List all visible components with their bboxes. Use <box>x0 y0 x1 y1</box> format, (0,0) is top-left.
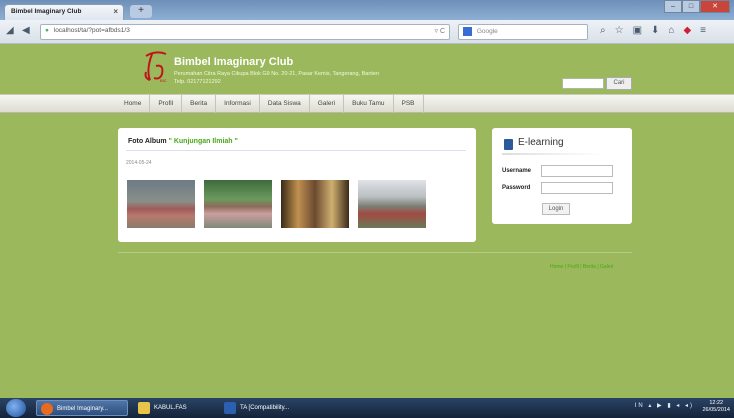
photo-album-panel: Foto Album " Kunjungan Ilmiah " 2014-05-… <box>118 128 476 242</box>
menu-item-profil[interactable]: Profil <box>150 95 183 113</box>
browser-tabstrip: Bimbel Imaginary Club × + – □ ✕ <box>0 0 734 20</box>
book-icon <box>504 139 513 150</box>
bookmarks-icon[interactable]: ▣ <box>633 25 642 36</box>
menu-item-informasi[interactable]: Informasi <box>216 95 260 113</box>
tab-title: Bimbel Imaginary Club <box>11 8 82 15</box>
album-divider <box>126 150 466 151</box>
album-photo-4[interactable] <box>358 180 426 228</box>
browser-tab[interactable]: Bimbel Imaginary Club × <box>4 4 124 20</box>
footer-divider <box>118 252 632 253</box>
password-label: Password <box>502 185 531 191</box>
search-icon[interactable]: ⌕ <box>600 25 606 36</box>
url-text: localhost/ta/?pot=afbds1/3 <box>53 27 130 34</box>
album-name: " Kunjungan Ilmiah " <box>168 138 238 145</box>
taskbar-item-folder[interactable]: KABUL.FAS <box>134 400 214 416</box>
site-phone: Telp. 02177121292 <box>174 79 221 85</box>
search-engine-label: Google <box>476 28 498 36</box>
folder-icon <box>138 402 150 414</box>
site-address: Perumahan Citra Raya Cikupa Blok G9 No. … <box>174 71 380 77</box>
addon-icon[interactable]: ◆ <box>683 25 691 36</box>
club-logo: BIC <box>144 51 167 83</box>
browser-toolbar-icons: ⌕ ☆ ▣ ⬇ ⌂ ◆ ≡ <box>600 25 706 36</box>
menu-item-berita[interactable]: Berita <box>182 95 217 113</box>
search-bar[interactable]: Google <box>458 24 588 40</box>
star-icon[interactable]: ☆ <box>615 25 624 36</box>
footer-links[interactable]: Home | Profil | Berita | Galeri <box>550 264 613 270</box>
url-bar[interactable]: ● localhost/ta/?pot=afbds1/3 ▿ C <box>40 24 450 40</box>
site-name: Bimbel Imaginary Club <box>174 56 294 68</box>
browser-navbar: ◢ ◀ ● localhost/ta/?pot=afbds1/3 ▿ C Goo… <box>0 20 734 44</box>
login-button[interactable]: Login <box>542 203 570 215</box>
identity-icon: ◢ <box>6 25 14 36</box>
close-window-button[interactable]: ✕ <box>700 0 730 13</box>
svg-text:BIC: BIC <box>160 78 167 83</box>
clock-time: 12:22 <box>709 400 724 406</box>
menu-item-home[interactable]: Home <box>116 95 151 113</box>
elearning-title: E-learning <box>518 137 564 148</box>
album-date: 2014-05-24 <box>126 160 152 166</box>
back-arrow-icon[interactable]: ◀ <box>22 25 30 36</box>
password-field[interactable] <box>541 182 613 194</box>
album-photo-1[interactable] <box>127 180 195 228</box>
window-controls: – □ ✕ <box>664 0 730 15</box>
album-photo-3[interactable] <box>281 180 349 228</box>
elearning-divider <box>502 153 602 155</box>
close-tab-icon[interactable]: × <box>113 7 118 16</box>
minimize-button[interactable]: – <box>664 0 682 13</box>
google-icon <box>463 27 472 36</box>
main-menu: Home Profil Berita Informasi Data Siswa … <box>0 94 734 113</box>
site-search-input[interactable] <box>562 78 604 89</box>
taskbar-clock[interactable]: 12:22 26/05/2014 <box>702 400 730 414</box>
clock-date: 26/05/2014 <box>702 407 730 413</box>
album-photo-2[interactable] <box>204 180 272 228</box>
site-header: BIC Bimbel Imaginary Club Perumahan Citr… <box>0 44 734 94</box>
album-title: Foto Album " Kunjungan Ilmiah " <box>128 138 238 145</box>
new-tab-button[interactable]: + <box>130 5 152 18</box>
download-icon[interactable]: ⬇ <box>651 25 659 36</box>
maximize-button[interactable]: □ <box>682 0 700 13</box>
menu-item-buku-tamu[interactable]: Buku Tamu <box>344 95 394 113</box>
start-button-icon[interactable] <box>6 399 26 417</box>
menu-item-galeri[interactable]: Galeri <box>310 95 345 113</box>
search-button[interactable]: Cari <box>606 77 632 90</box>
menu-item-data-siswa[interactable]: Data Siswa <box>260 95 310 113</box>
taskbar-item-word[interactable]: TA [Compatibility... <box>220 400 310 416</box>
home-icon[interactable]: ⌂ <box>668 25 674 36</box>
taskbar-item-firefox[interactable]: Bimbel Imaginary... <box>36 400 128 416</box>
firefox-icon <box>41 403 53 415</box>
word-icon <box>224 402 236 414</box>
reload-icon[interactable]: ▿ C <box>434 27 445 35</box>
username-label: Username <box>502 168 532 174</box>
system-tray[interactable]: IN ▴ ▶ ▮ ◂ ◂) <box>635 402 694 409</box>
windows-taskbar: Bimbel Imaginary... KABUL.FAS TA [Compat… <box>0 398 734 418</box>
username-field[interactable] <box>541 165 613 177</box>
menu-icon[interactable]: ≡ <box>700 25 706 36</box>
elearning-panel: E-learning Username Password Login <box>492 128 632 224</box>
globe-icon: ● <box>45 27 49 34</box>
menu-item-psb[interactable]: PSB <box>394 95 424 113</box>
